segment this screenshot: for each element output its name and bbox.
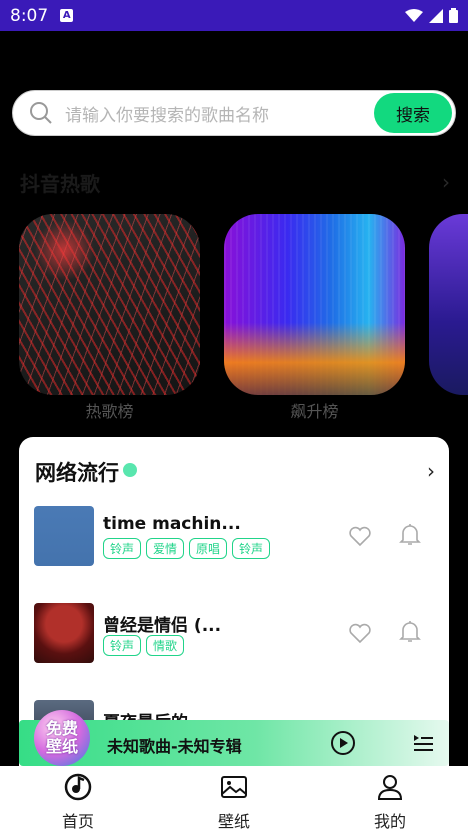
badge-line-2: 壁纸 (45, 737, 78, 756)
play-icon[interactable] (330, 730, 356, 756)
image-icon (221, 776, 247, 798)
mini-player[interactable]: 免费 壁纸 未知歌曲-未知专辑 (19, 710, 449, 766)
badge-line-1: 免费 (45, 719, 78, 738)
song-tag: 爱情 (146, 538, 185, 559)
chart-card-rising-label: 飙升榜 (290, 402, 339, 421)
chart-card-partial[interactable] (429, 214, 468, 395)
wifi-icon (405, 8, 423, 22)
now-playing-text: 未知歌曲-未知专辑 (107, 737, 242, 756)
song-cover (34, 506, 94, 566)
song-tag: 情歌 (146, 635, 185, 656)
status-time: 8:07 (10, 5, 49, 26)
heart-decoration-icon (123, 463, 137, 477)
song-tags: 铃声 情歌 (103, 635, 185, 656)
search-bar[interactable]: 请输入你要搜索的歌曲名称 搜索 (12, 90, 456, 136)
tab-profile-label: 我的 (373, 812, 406, 831)
heart-icon[interactable] (348, 524, 372, 548)
signal-icon (429, 8, 443, 23)
search-input[interactable]: 请输入你要搜索的歌曲名称 (65, 101, 374, 126)
song-tag: 铃声 (103, 635, 142, 656)
song-tags: 铃声 爱情 原唱 铃声 (103, 538, 271, 559)
free-wallpaper-badge[interactable]: 免费 壁纸 (34, 710, 90, 766)
chart-card-hot-label: 热歌榜 (85, 402, 134, 421)
song-title: 曾经是情侣 (... (103, 616, 222, 636)
tab-wallpaper-label: 壁纸 (217, 812, 250, 831)
tab-home-label: 首页 (61, 812, 94, 831)
panel-more-icon[interactable]: › (427, 459, 435, 483)
status-bar: 8:07 A (0, 0, 468, 31)
tab-profile[interactable]: 我的 (312, 766, 468, 832)
song-row[interactable]: 曾经是情侣 (... 铃声 情歌 (34, 603, 434, 665)
song-tag: 铃声 (232, 538, 271, 559)
song-tag: 铃声 (103, 538, 142, 559)
section-title-douyin: 抖音热歌 (20, 172, 100, 196)
playlist-icon[interactable] (412, 732, 434, 754)
chart-card-rising[interactable] (224, 214, 405, 395)
song-tag: 原唱 (189, 538, 228, 559)
search-button[interactable]: 搜索 (374, 93, 452, 133)
heart-icon[interactable] (348, 621, 372, 645)
bottom-tab-bar: 首页 壁纸 我的 (0, 766, 468, 832)
song-row[interactable]: time machin... 铃声 爱情 原唱 铃声 (34, 506, 434, 568)
tab-wallpaper[interactable]: 壁纸 (156, 766, 312, 832)
song-title: time machin... (103, 514, 241, 534)
panel-title: 网络流行 (35, 461, 119, 485)
chart-card-hot[interactable] (19, 214, 200, 395)
music-disc-icon (64, 773, 92, 801)
user-icon (377, 775, 403, 800)
status-icons (405, 8, 458, 23)
song-cover (34, 603, 94, 663)
bell-icon[interactable] (398, 522, 422, 548)
battery-icon (449, 8, 458, 23)
section-more-icon[interactable]: › (442, 170, 450, 194)
search-icon (30, 102, 52, 124)
notification-a-icon: A (60, 9, 74, 22)
bell-icon[interactable] (398, 619, 422, 645)
tab-home[interactable]: 首页 (0, 766, 156, 832)
